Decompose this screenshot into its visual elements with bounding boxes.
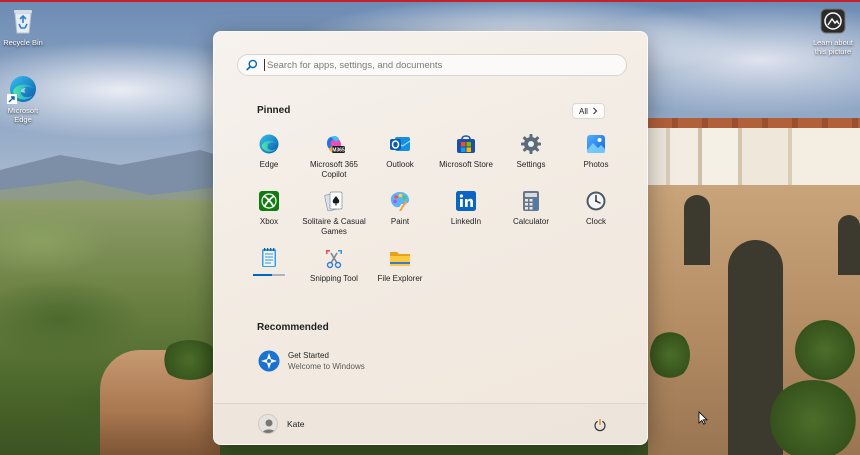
m365-copilot-icon: M365 [323,133,345,155]
edge-icon [258,133,280,155]
svg-text:M365: M365 [332,148,345,154]
start-search-box[interactable] [237,54,627,76]
start-menu: Pinned All Edge [213,31,648,445]
desktop-icon-label: Recycle Bin [3,38,43,47]
chevron-right-icon [593,107,598,115]
wallpaper-greenery [650,330,690,380]
search-icon [246,59,258,71]
all-apps-button[interactable]: All [572,103,605,119]
app-label: Edge [259,160,279,169]
recycle-bin-icon [8,6,38,36]
app-label: Microsoft Store [439,160,493,169]
pinned-app-clock[interactable]: Clock [563,190,629,227]
recommended-item-get-started[interactable]: Get Started Welcome to Windows [258,350,365,372]
app-label: Paint [390,217,410,226]
pinned-app-m365-copilot[interactable]: M365 Microsoft 365 Copilot [301,133,367,180]
user-account-button[interactable]: Kate [258,414,305,434]
get-started-icon [258,350,280,372]
mouse-cursor-icon [698,411,708,425]
pinned-app-photos[interactable]: Photos [563,133,629,170]
snipping-tool-icon [323,247,345,269]
pinned-app-outlook[interactable]: Outlook [367,133,433,170]
desktop-icon-recycle-bin[interactable]: Recycle Bin [0,6,46,48]
photos-icon [585,133,607,155]
recommended-title: Recommended [257,322,329,333]
wallpaper-roofs [648,118,860,128]
paint-icon [389,190,411,212]
pinned-app-edge[interactable]: Edge [236,133,302,170]
pinned-app-microsoft-store[interactable]: Microsoft Store [433,133,499,170]
app-label: Photos [583,160,609,169]
search-input[interactable] [264,59,604,71]
user-name: Kate [287,419,305,429]
wallpaper-greenery [160,340,220,380]
recommended-item-subtitle: Welcome to Windows [288,362,365,371]
app-label: Xbox [259,217,279,226]
pinned-app-snipping-tool[interactable]: Snipping Tool [301,247,367,284]
desktop-icon-label: Learn about this picture [812,38,854,56]
wallpaper-houses [648,120,860,185]
power-icon[interactable] [593,418,607,432]
wallpaper-greenery [795,320,855,380]
app-label: Microsoft 365 Copilot [309,160,359,179]
pinned-title: Pinned [257,105,291,116]
bridge-arch [684,195,710,265]
app-label: Settings [516,160,546,169]
app-label: Snipping Tool [310,274,358,283]
outlook-icon [389,133,411,155]
gear-icon [520,133,542,155]
edge-icon [7,74,38,104]
shortcut-arrow-icon [7,94,17,104]
xbox-icon [258,190,280,212]
all-apps-label: All [579,106,588,116]
calculator-icon [520,190,542,212]
notepad-icon [258,247,280,269]
pinned-app-solitaire[interactable]: Solitaire & Casual Games [301,190,367,237]
app-label: File Explorer [377,274,423,283]
app-label: Outlook [386,160,414,169]
bridge-arch [838,215,860,275]
recommended-item-title: Get Started [288,351,329,360]
folder-icon [389,247,411,269]
clock-icon [585,190,607,212]
store-icon [455,133,477,155]
desktop-icon-label: Microsoft Edge [7,106,39,124]
pinned-app-file-explorer[interactable]: File Explorer [367,247,433,284]
pinned-app-calculator[interactable]: Calculator [498,190,564,227]
wallpaper-greenery [768,380,858,455]
pinned-app-settings[interactable]: Settings [498,133,564,170]
learn-about-picture-icon [818,6,848,36]
top-accent-line [0,0,860,2]
app-label: Clock [585,217,606,226]
linkedin-icon [455,190,477,212]
app-label: LinkedIn [450,217,482,226]
solitaire-icon [323,190,345,212]
pinned-app-notepad[interactable] [236,247,302,276]
app-label: Calculator [512,217,549,226]
avatar [258,414,278,434]
desktop-icon-learn-about-picture[interactable]: Learn about this picture [810,6,856,56]
pinned-app-paint[interactable]: Paint [367,190,433,227]
pinned-app-linkedin[interactable]: LinkedIn [433,190,499,227]
app-label: Solitaire & Casual Games [302,217,366,236]
install-progress-bar [253,274,285,276]
pinned-app-xbox[interactable]: Xbox [236,190,302,227]
desktop-icon-edge[interactable]: Microsoft Edge [0,74,46,124]
start-footer: Kate [214,403,647,444]
user-icon [262,419,276,433]
